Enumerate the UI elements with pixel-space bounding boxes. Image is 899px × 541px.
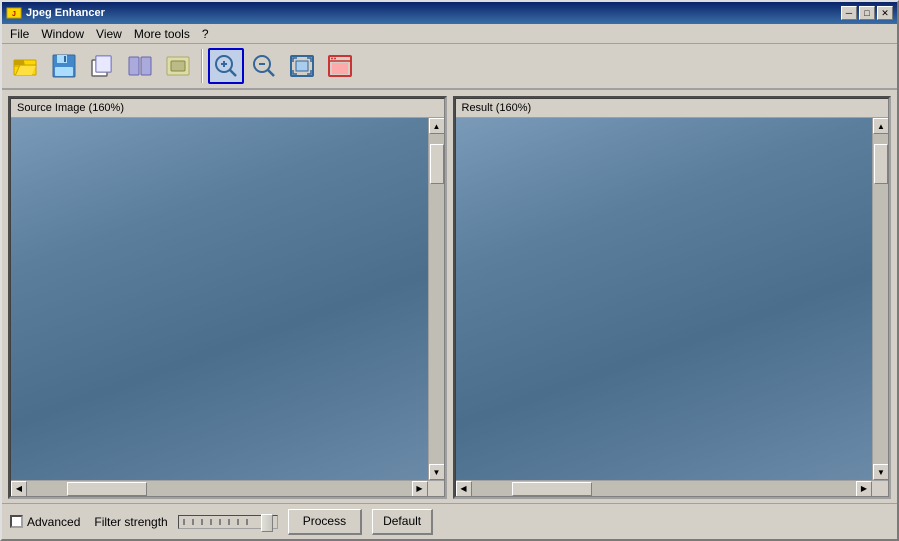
process-button[interactable]: Process	[288, 509, 362, 535]
full-screen-icon	[326, 52, 354, 80]
result-panel-viewport: ▲ ▼	[456, 118, 889, 480]
result-scroll-track-v[interactable]	[873, 134, 888, 464]
copy-icon	[88, 52, 116, 80]
split-view-icon	[126, 52, 154, 80]
tick-7	[237, 519, 239, 525]
result-panel-inner: Result (160%) ▲ ▼	[455, 98, 890, 497]
result-scroll-right[interactable]: ▶	[856, 481, 872, 497]
tick-3	[201, 519, 203, 525]
menu-bar: File Window View More tools ?	[2, 24, 897, 44]
slider-ticks	[179, 519, 252, 525]
result-v-scrollbar[interactable]: ▲ ▼	[872, 118, 888, 480]
source-panel-wrapper: Source Image (160%) ▲ ▼	[8, 96, 447, 499]
minimize-button[interactable]: ─	[841, 6, 857, 20]
source-scroll-up[interactable]: ▲	[429, 118, 444, 134]
result-h-scroll-track[interactable]	[472, 481, 857, 497]
result-h-scrollbar[interactable]: ◀ ▶	[456, 481, 873, 496]
result-panel-wrapper: Result (160%) ▲ ▼	[453, 96, 892, 499]
split-view-button[interactable]	[122, 48, 158, 84]
source-scroll-thumb-v[interactable]	[430, 144, 444, 184]
advanced-label: Advanced	[27, 515, 80, 529]
source-panel: Source Image (160%) ▲ ▼	[8, 96, 447, 499]
full-screen-button[interactable]	[322, 48, 358, 84]
default-button[interactable]: Default	[372, 509, 433, 535]
result-image-content	[456, 118, 873, 480]
zoom-in-button[interactable]	[208, 48, 244, 84]
zoom-out-button[interactable]	[246, 48, 282, 84]
tick-8	[246, 519, 248, 525]
bottom-bar: Advanced Filter strength	[2, 503, 897, 539]
fit-icon	[164, 52, 192, 80]
tick-4	[210, 519, 212, 525]
source-h-scroll-track[interactable]	[27, 481, 412, 497]
source-scroll-left[interactable]: ◀	[11, 481, 27, 497]
save-icon	[50, 52, 78, 80]
toolbar-separator	[201, 49, 203, 83]
zoom-out-icon	[250, 52, 278, 80]
title-bar: J Jpeg Enhancer ─ □ ✕	[2, 2, 897, 24]
close-button[interactable]: ✕	[877, 6, 893, 20]
title-bar-left: J Jpeg Enhancer	[6, 5, 105, 21]
title-bar-controls: ─ □ ✕	[841, 6, 893, 20]
menu-view[interactable]: View	[90, 25, 128, 43]
tick-5	[219, 519, 221, 525]
window-title: Jpeg Enhancer	[26, 7, 105, 19]
result-scroll-up[interactable]: ▲	[873, 118, 888, 134]
tick-6	[228, 519, 230, 525]
advanced-check-container: Advanced	[10, 515, 80, 529]
svg-text:J: J	[12, 11, 16, 18]
app-icon: J	[6, 5, 22, 21]
source-panel-label: Source Image (160%)	[11, 99, 444, 118]
menu-file[interactable]: File	[4, 25, 35, 43]
open-icon	[12, 52, 40, 80]
tick-1	[183, 519, 185, 525]
source-image-content	[11, 118, 428, 480]
maximize-button[interactable]: □	[859, 6, 875, 20]
result-scroll-left[interactable]: ◀	[456, 481, 472, 497]
result-h-scrollbar-container: ◀ ▶	[456, 480, 889, 496]
source-corner	[428, 481, 444, 497]
toolbar	[2, 44, 897, 90]
source-scroll-track-v[interactable]	[429, 134, 444, 464]
save-button[interactable]	[46, 48, 82, 84]
result-panel-label: Result (160%)	[456, 99, 889, 118]
advanced-checkbox[interactable]	[10, 515, 23, 528]
copy-button[interactable]	[84, 48, 120, 84]
source-panel-viewport: ▲ ▼	[11, 118, 444, 480]
zoom-in-icon	[212, 52, 240, 80]
result-panel: Result (160%) ▲ ▼	[453, 96, 892, 499]
result-h-scroll-thumb[interactable]	[512, 482, 592, 496]
fit-window-icon	[288, 52, 316, 80]
tick-2	[192, 519, 194, 525]
panels-area: Source Image (160%) ▲ ▼	[2, 90, 897, 503]
source-scroll-down[interactable]: ▼	[429, 464, 444, 480]
result-corner	[872, 481, 888, 497]
filter-strength-label: Filter strength	[94, 515, 167, 529]
source-h-scrollbar-container: ◀ ▶	[11, 480, 444, 496]
filter-strength-slider[interactable]	[178, 515, 278, 529]
source-panel-inner: Source Image (160%) ▲ ▼	[10, 98, 445, 497]
main-window: J Jpeg Enhancer ─ □ ✕ File Window View M…	[0, 0, 899, 541]
source-h-scrollbar[interactable]: ◀ ▶	[11, 481, 428, 496]
menu-more-tools[interactable]: More tools	[128, 25, 196, 43]
source-scroll-right[interactable]: ▶	[412, 481, 428, 497]
slider-container	[178, 515, 278, 529]
open-button[interactable]	[8, 48, 44, 84]
result-scroll-thumb-v[interactable]	[874, 144, 888, 184]
result-scroll-down[interactable]: ▼	[873, 464, 888, 480]
source-v-scrollbar[interactable]: ▲ ▼	[428, 118, 444, 480]
source-h-scroll-thumb[interactable]	[67, 482, 147, 496]
menu-help[interactable]: ?	[196, 25, 215, 43]
main-content: Source Image (160%) ▲ ▼	[2, 90, 897, 539]
menu-window[interactable]: Window	[35, 25, 90, 43]
slider-thumb[interactable]	[261, 514, 273, 532]
fit-button[interactable]	[160, 48, 196, 84]
fit-window-button[interactable]	[284, 48, 320, 84]
